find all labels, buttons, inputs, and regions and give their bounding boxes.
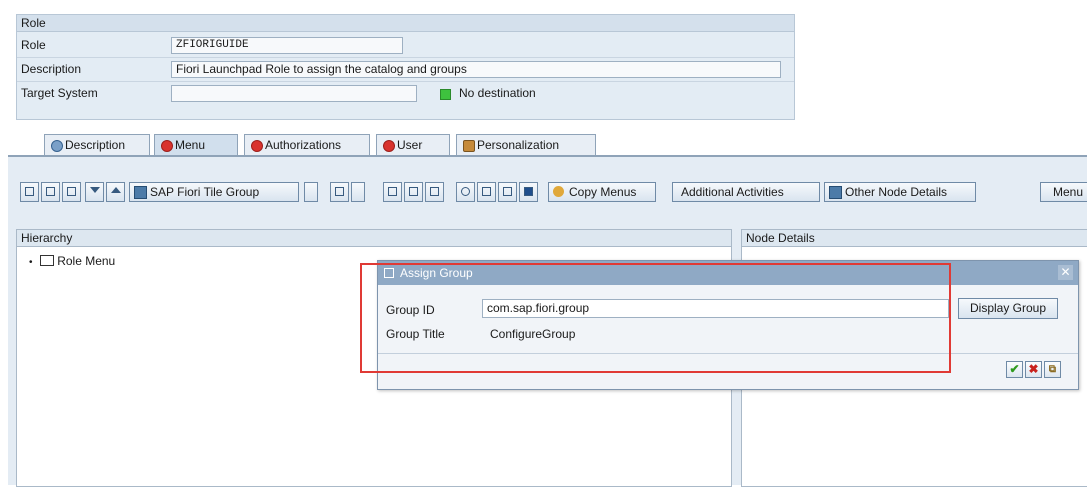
red-status-icon xyxy=(251,140,263,152)
other-node-details-label: Other Node Details xyxy=(845,185,948,199)
menu-button[interactable]: Menu xyxy=(1040,182,1087,202)
magnifier-icon xyxy=(51,140,63,152)
tab-authorizations[interactable]: Authorizations xyxy=(244,134,370,156)
destination-status-text: No destination xyxy=(459,86,536,100)
description-field[interactable]: Fiori Launchpad Role to assign the catal… xyxy=(171,61,781,78)
tab-label: User xyxy=(397,138,423,152)
print-icon[interactable] xyxy=(477,182,496,202)
info-icon[interactable] xyxy=(519,182,538,202)
role-row: Role ZFIORIGUIDE xyxy=(17,35,794,55)
bullet-icon: • xyxy=(29,257,33,268)
sap-fiori-tile-group-button[interactable]: SAP Fiori Tile Group xyxy=(129,182,299,202)
copy-menus-label: Copy Menus xyxy=(569,185,637,199)
tile-group-label: SAP Fiori Tile Group xyxy=(150,185,260,199)
tile-group-icon xyxy=(134,186,147,199)
tab-description[interactable]: Description xyxy=(44,134,150,156)
role-group-header: Role xyxy=(17,15,794,32)
node-details-header: Node Details xyxy=(742,230,1087,247)
folder-icon[interactable] xyxy=(41,182,60,202)
find-next-icon[interactable] xyxy=(404,182,423,202)
node-details-icon xyxy=(829,186,842,199)
divider xyxy=(17,57,794,58)
description-row: Description Fiori Launchpad Role to assi… xyxy=(17,59,794,79)
tab-user[interactable]: User xyxy=(376,134,450,156)
display-group-label: Display Group xyxy=(969,301,1047,315)
tab-label: Description xyxy=(65,138,126,152)
role-menu-label: Role Menu xyxy=(57,254,116,268)
red-status-icon xyxy=(383,140,395,152)
dropdown-arrow-icon[interactable] xyxy=(351,182,365,202)
collapse-icon[interactable] xyxy=(62,182,81,202)
close-icon[interactable]: ✕ xyxy=(1058,265,1073,280)
tab-label: Authorizations xyxy=(265,138,342,152)
target-system-row: Target System No destination xyxy=(17,83,794,103)
red-status-icon xyxy=(161,140,173,152)
target-system-label: Target System xyxy=(21,86,98,100)
move-down-icon[interactable] xyxy=(85,182,104,202)
hierarchy-header: Hierarchy xyxy=(17,230,731,247)
green-status-icon xyxy=(440,89,451,100)
copy-menus-button[interactable]: Copy Menus xyxy=(548,182,656,202)
role-group-box: Role Role ZFIORIGUIDE Description Fiori … xyxy=(16,14,795,120)
target-system-field[interactable] xyxy=(171,85,417,102)
layout-icon[interactable] xyxy=(498,182,517,202)
description-label: Description xyxy=(21,62,82,76)
tab-menu[interactable]: Menu xyxy=(154,134,238,156)
other-node-details-button[interactable]: Other Node Details xyxy=(824,182,976,202)
menu-label: Menu xyxy=(1053,185,1084,199)
copy-icon[interactable]: ⧉ xyxy=(1044,361,1061,378)
role-menu-node[interactable]: • Role Menu xyxy=(29,254,115,268)
display-group-button[interactable]: Display Group xyxy=(958,298,1058,319)
confirm-check-icon[interactable]: ✔ xyxy=(1006,361,1023,378)
copy-menus-icon xyxy=(553,186,564,197)
role-label: Role xyxy=(21,38,46,52)
list-icon[interactable] xyxy=(425,182,444,202)
tab-label: Personalization xyxy=(477,138,560,152)
move-up-icon[interactable] xyxy=(106,182,125,202)
divider xyxy=(17,81,794,82)
additional-activities-label: Additional Activities xyxy=(681,185,784,199)
delete-node-icon[interactable] xyxy=(330,182,349,202)
tab-strip: Description Menu Authorizations User Per… xyxy=(0,134,1087,156)
tab-label: Menu xyxy=(175,138,206,152)
find-icon[interactable] xyxy=(383,182,402,202)
expand-all-icon[interactable] xyxy=(20,182,39,202)
additional-activities-button[interactable]: Additional Activities xyxy=(672,182,820,202)
folder-icon xyxy=(39,255,54,266)
highlight-box xyxy=(360,263,951,373)
cancel-x-icon[interactable]: ✖ xyxy=(1025,361,1042,378)
role-field[interactable]: ZFIORIGUIDE xyxy=(171,37,403,54)
personalization-icon xyxy=(463,140,475,152)
tab-personalization[interactable]: Personalization xyxy=(456,134,596,156)
dropdown-arrow-icon[interactable] xyxy=(304,182,318,202)
zoom-icon[interactable] xyxy=(456,182,475,202)
